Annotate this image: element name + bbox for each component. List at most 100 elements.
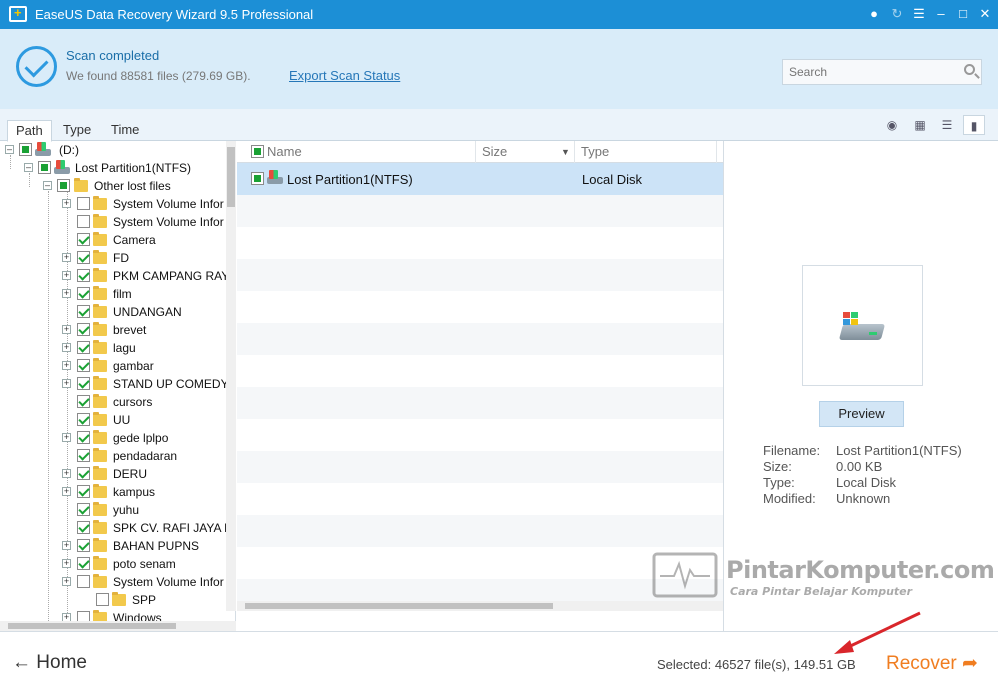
maximize-icon[interactable]: □ bbox=[953, 4, 973, 24]
grid-view-icon[interactable]: ▦ bbox=[909, 115, 931, 135]
collapse-icon[interactable]: – bbox=[24, 163, 33, 172]
export-scan-status-link[interactable]: Export Scan Status bbox=[289, 68, 400, 83]
tree-node[interactable]: UU bbox=[0, 411, 226, 429]
tree-node[interactable]: + lagu bbox=[0, 339, 226, 357]
tree-checkbox[interactable] bbox=[77, 575, 90, 588]
tree-node[interactable]: + gambar bbox=[0, 357, 226, 375]
tree-checkbox[interactable] bbox=[77, 539, 90, 552]
tree-checkbox[interactable] bbox=[77, 449, 90, 462]
tree-checkbox[interactable] bbox=[77, 413, 90, 426]
tree-checkbox[interactable] bbox=[57, 179, 70, 192]
home-button[interactable]: ← Home bbox=[12, 652, 87, 674]
tree-checkbox[interactable] bbox=[77, 197, 90, 210]
eye-icon[interactable]: ◉ bbox=[881, 115, 903, 135]
tree-node[interactable]: + poto senam bbox=[0, 555, 226, 573]
tree-node[interactable]: Camera bbox=[0, 231, 226, 249]
expand-icon[interactable]: + bbox=[62, 325, 71, 334]
tree-node[interactable]: + gede lplpo bbox=[0, 429, 226, 447]
tree-node-partition[interactable]: – Lost Partition1(NTFS) bbox=[0, 159, 226, 177]
sort-desc-icon[interactable]: ▼ bbox=[561, 147, 570, 157]
list-horizontal-scrollbar[interactable] bbox=[237, 601, 723, 611]
expand-icon[interactable]: + bbox=[62, 559, 71, 568]
scroll-thumb[interactable] bbox=[227, 147, 235, 207]
search-input[interactable] bbox=[783, 60, 953, 84]
expand-icon[interactable]: + bbox=[62, 271, 71, 280]
expand-icon[interactable]: + bbox=[62, 433, 71, 442]
tree-checkbox[interactable] bbox=[77, 557, 90, 570]
tree-node[interactable]: + STAND UP COMEDY bbox=[0, 375, 229, 393]
expand-icon[interactable]: + bbox=[62, 379, 71, 388]
tree-checkbox[interactable] bbox=[77, 305, 90, 318]
recover-button[interactable]: Recover ➦ bbox=[886, 652, 978, 675]
scroll-thumb[interactable] bbox=[8, 623, 176, 629]
table-row[interactable]: Lost Partition1(NTFS) Local Disk bbox=[237, 163, 723, 195]
tree-checkbox[interactable] bbox=[77, 431, 90, 444]
tree-node[interactable]: + FD bbox=[0, 249, 226, 267]
tree-checkbox[interactable] bbox=[77, 233, 90, 246]
tree-node-other-lost[interactable]: – Other lost files bbox=[0, 177, 226, 195]
preview-pane-icon[interactable]: ▮ bbox=[963, 115, 985, 135]
tree-checkbox[interactable] bbox=[77, 323, 90, 336]
tab-type[interactable]: Type bbox=[55, 120, 99, 141]
scroll-thumb[interactable] bbox=[245, 603, 553, 609]
tab-path[interactable]: Path bbox=[7, 120, 52, 142]
tree-checkbox[interactable] bbox=[38, 161, 51, 174]
expand-icon[interactable]: + bbox=[62, 343, 71, 352]
tree-node[interactable]: + brevet bbox=[0, 321, 226, 339]
expand-icon[interactable]: + bbox=[62, 577, 71, 586]
select-all-checkbox[interactable] bbox=[251, 145, 264, 158]
tree-node[interactable]: + DERU bbox=[0, 465, 226, 483]
tree-checkbox[interactable] bbox=[77, 269, 90, 282]
search-box[interactable] bbox=[782, 59, 982, 85]
tab-time[interactable]: Time bbox=[103, 120, 147, 141]
tree-checkbox[interactable] bbox=[77, 215, 90, 228]
close-icon[interactable]: ✕ bbox=[975, 4, 995, 24]
tree-node[interactable]: System Volume Infor bbox=[0, 213, 226, 231]
collapse-icon[interactable]: – bbox=[43, 181, 52, 190]
expand-icon[interactable]: + bbox=[62, 199, 71, 208]
tree-node[interactable]: SPP bbox=[0, 591, 226, 609]
tree-node[interactable]: SPK CV. RAFI JAYA M. bbox=[0, 519, 235, 537]
expand-icon[interactable]: + bbox=[62, 541, 71, 550]
expand-icon[interactable]: + bbox=[62, 487, 71, 496]
menu-icon[interactable]: ☰ bbox=[909, 4, 929, 24]
tree-node[interactable]: pendadaran bbox=[0, 447, 226, 465]
tree-checkbox[interactable] bbox=[77, 377, 90, 390]
expand-icon[interactable]: + bbox=[62, 469, 71, 478]
tree-checkbox[interactable] bbox=[19, 143, 32, 156]
column-type[interactable]: Type bbox=[575, 141, 717, 163]
tree-checkbox[interactable] bbox=[77, 359, 90, 372]
expand-icon[interactable]: + bbox=[62, 361, 71, 370]
feedback-icon[interactable]: ● bbox=[864, 4, 884, 24]
tree-checkbox[interactable] bbox=[77, 251, 90, 264]
search-icon[interactable] bbox=[964, 64, 975, 75]
tree-node[interactable]: + BAHAN PUPNS bbox=[0, 537, 226, 555]
tree-checkbox[interactable] bbox=[77, 503, 90, 516]
tree-node-drive[interactable]: – (D:) bbox=[0, 141, 226, 159]
tree-checkbox[interactable] bbox=[77, 395, 90, 408]
tree-checkbox[interactable] bbox=[77, 341, 90, 354]
refresh-icon[interactable]: ↻ bbox=[887, 4, 907, 24]
tree-node[interactable]: + System Volume Infor bbox=[0, 195, 226, 213]
minimize-icon[interactable]: – bbox=[931, 4, 951, 24]
tree-node[interactable]: + PKM CAMPANG RAY. bbox=[0, 267, 231, 285]
column-name[interactable]: Name bbox=[237, 141, 476, 163]
tree-checkbox[interactable] bbox=[77, 467, 90, 480]
tree-horizontal-scrollbar[interactable] bbox=[0, 621, 236, 631]
expand-icon[interactable]: + bbox=[62, 253, 71, 262]
row-checkbox[interactable] bbox=[251, 172, 264, 185]
expand-icon[interactable]: + bbox=[62, 289, 71, 298]
tree-node[interactable]: UNDANGAN bbox=[0, 303, 226, 321]
tree-checkbox[interactable] bbox=[77, 287, 90, 300]
collapse-icon[interactable]: – bbox=[5, 145, 14, 154]
tree-node[interactable]: + System Volume Infor bbox=[0, 573, 226, 591]
tree-checkbox[interactable] bbox=[77, 485, 90, 498]
tree-node[interactable]: + film bbox=[0, 285, 226, 303]
list-view-icon[interactable]: ☰ bbox=[936, 115, 958, 135]
tree-node[interactable]: cursors bbox=[0, 393, 226, 411]
tree-vertical-scrollbar[interactable] bbox=[226, 141, 236, 611]
tree-checkbox[interactable] bbox=[77, 521, 90, 534]
preview-button[interactable]: Preview bbox=[819, 401, 904, 427]
tree-node[interactable]: + kampus bbox=[0, 483, 226, 501]
tree-node[interactable]: yuhu bbox=[0, 501, 226, 519]
